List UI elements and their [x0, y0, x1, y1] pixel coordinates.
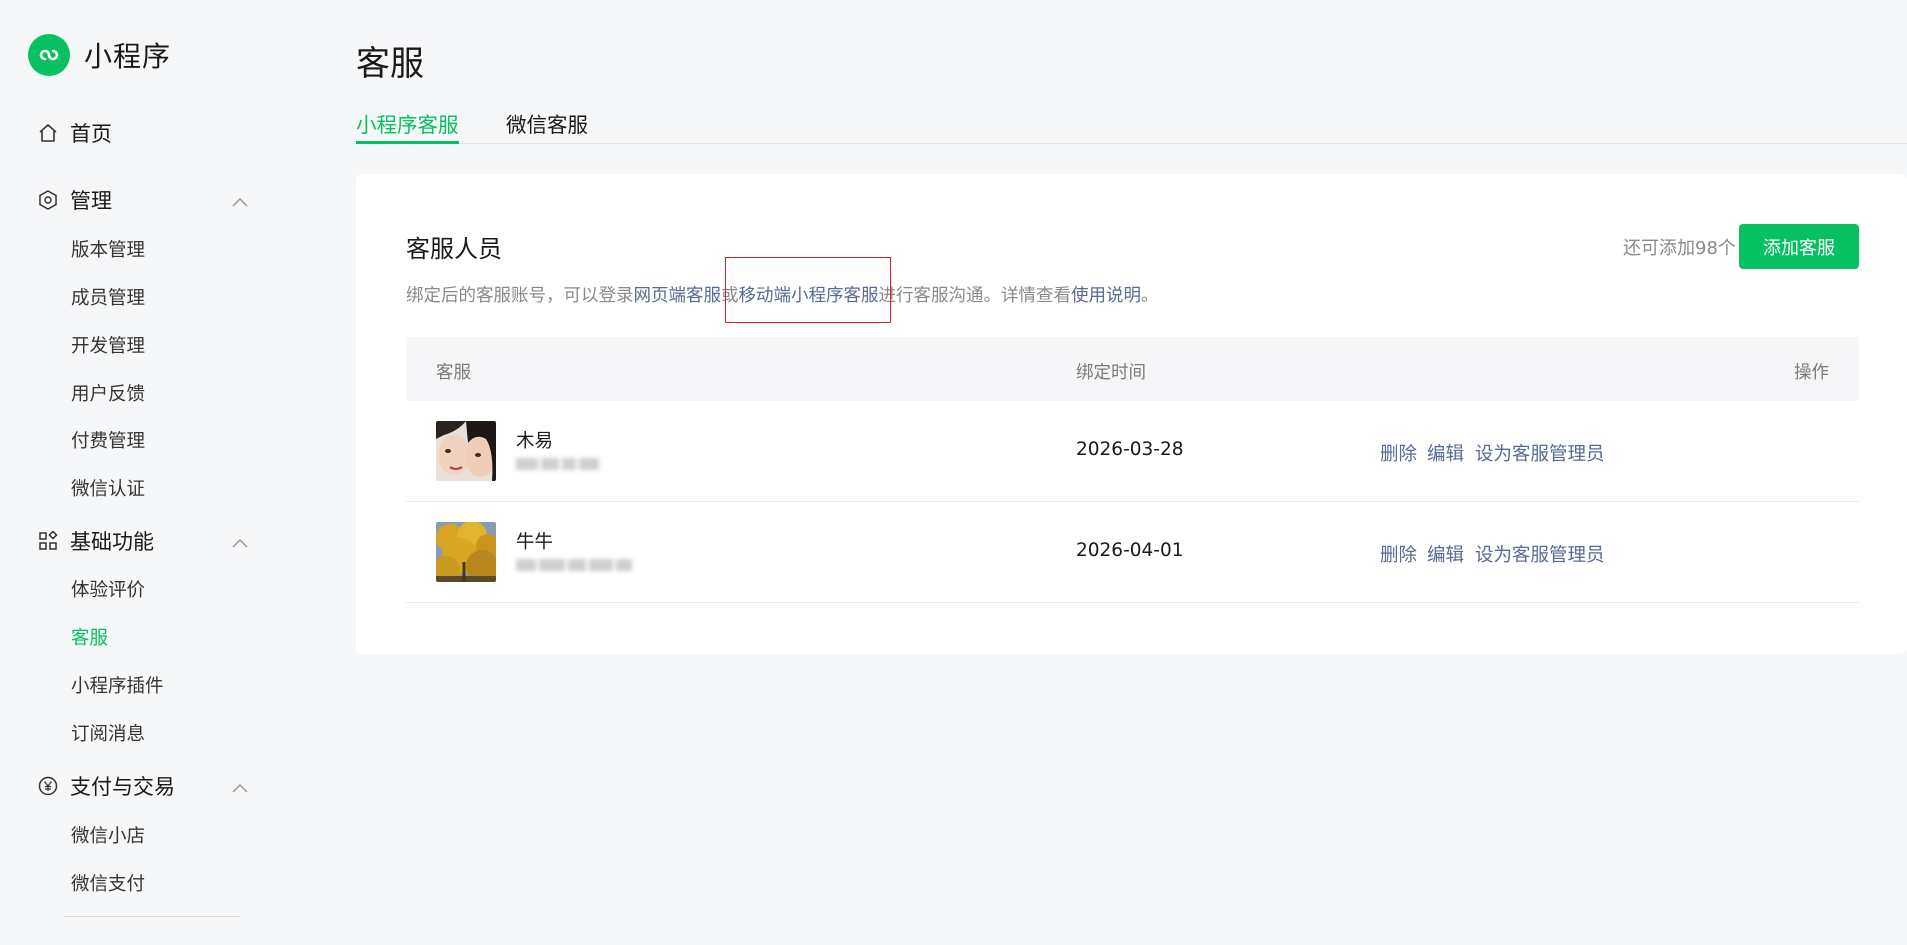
- sidebar-group-label: 基础功能: [70, 530, 154, 554]
- table-header: 客服 绑定时间 操作: [406, 337, 1859, 401]
- agent-id-blurred: [516, 556, 635, 574]
- yuan-icon: [36, 774, 60, 798]
- sidebar-item-label: 首页: [70, 122, 112, 146]
- chevron-up-icon: [232, 774, 248, 798]
- sidebar-divider: [64, 916, 240, 917]
- tab-bar: 小程序客服 微信客服: [356, 108, 1907, 144]
- table-row: 木易 2026-03-28 删除 编辑 设为客服管理员: [406, 401, 1859, 502]
- sidebar-item-plugins[interactable]: 小程序插件: [71, 672, 164, 698]
- chevron-up-icon: [232, 188, 248, 212]
- sidebar-item-review[interactable]: 体验评价: [71, 576, 145, 602]
- desc-text: 绑定后的客服账号，可以登录: [406, 286, 634, 306]
- grid-apps-icon: [36, 529, 60, 553]
- header-bind-time: 绑定时间: [1076, 363, 1146, 383]
- service-panel: 客服人员 绑定后的客服账号，可以登录网页端客服或移动端小程序客服进行客服沟通。详…: [356, 174, 1907, 654]
- highlight-box: [725, 257, 891, 323]
- sidebar-group-label: 支付与交易: [70, 775, 175, 799]
- section-title: 客服人员: [406, 235, 502, 263]
- agent-name: 牛牛: [516, 532, 554, 553]
- header-actions: 操作: [1794, 363, 1829, 383]
- sidebar-item-home[interactable]: 首页: [36, 118, 248, 148]
- sidebar-group-manage[interactable]: 管理: [36, 185, 248, 215]
- agent-id-blurred: [516, 455, 602, 473]
- tab-mini-program-service[interactable]: 小程序客服: [356, 108, 459, 144]
- add-service-button[interactable]: 添加客服: [1739, 224, 1859, 269]
- bind-date: 2026-03-28: [1076, 439, 1184, 460]
- edit-button[interactable]: 编辑: [1427, 541, 1464, 567]
- avatar: [436, 421, 496, 481]
- sidebar-group-label: 管理: [70, 189, 112, 213]
- sidebar-item-members[interactable]: 成员管理: [71, 284, 145, 310]
- home-icon: [36, 121, 60, 145]
- tab-wechat-service[interactable]: 微信客服: [506, 108, 588, 144]
- usage-guide-link[interactable]: 使用说明: [1071, 286, 1141, 306]
- avatar: [436, 522, 496, 582]
- table-row: 牛牛 2026-04-01 删除 编辑 设为客服管理员: [406, 502, 1859, 603]
- agent-name: 木易: [516, 431, 554, 452]
- sidebar-group-payment[interactable]: 支付与交易: [36, 771, 248, 801]
- sidebar-item-version[interactable]: 版本管理: [71, 236, 145, 262]
- chevron-up-icon: [232, 529, 248, 553]
- brand[interactable]: 小程序: [28, 34, 171, 76]
- header-agent: 客服: [436, 363, 471, 383]
- service-table: 客服 绑定时间 操作 木易 2026-03-28 删除 编辑 设为客服管理员 牛…: [406, 337, 1859, 603]
- web-service-link[interactable]: 网页端客服: [634, 286, 722, 306]
- sidebar: 小程序 首页 管理 版本管理 成员管理 开发管理 用户反馈 付费管理 微信认证 …: [0, 0, 300, 945]
- remaining-quota: 还可添加98个: [1623, 238, 1736, 259]
- set-admin-button[interactable]: 设为客服管理员: [1475, 541, 1605, 567]
- settings-hexagon-icon: [36, 188, 60, 212]
- sidebar-item-feedback[interactable]: 用户反馈: [71, 380, 145, 406]
- brand-name: 小程序: [84, 40, 172, 73]
- sidebar-item-shop[interactable]: 微信小店: [71, 822, 145, 848]
- page-title: 客服: [356, 44, 424, 84]
- delete-button[interactable]: 删除: [1380, 541, 1417, 567]
- edit-button[interactable]: 编辑: [1427, 440, 1464, 466]
- mini-program-logo-icon: [28, 34, 70, 76]
- sidebar-item-dev[interactable]: 开发管理: [71, 332, 145, 358]
- delete-button[interactable]: 删除: [1380, 440, 1417, 466]
- sidebar-item-billing[interactable]: 付费管理: [71, 427, 145, 453]
- sidebar-item-customer-service[interactable]: 客服: [71, 624, 108, 650]
- desc-text: 。: [1141, 286, 1159, 306]
- sidebar-item-verify[interactable]: 微信认证: [71, 475, 145, 501]
- bind-date: 2026-04-01: [1076, 540, 1184, 561]
- desc-text: 进行客服沟通。详情查看: [878, 286, 1072, 306]
- sidebar-group-basic[interactable]: 基础功能: [36, 526, 248, 556]
- sidebar-item-subscribe[interactable]: 订阅消息: [71, 720, 145, 746]
- sidebar-item-wechat-pay[interactable]: 微信支付: [71, 870, 145, 896]
- set-admin-button[interactable]: 设为客服管理员: [1475, 440, 1605, 466]
